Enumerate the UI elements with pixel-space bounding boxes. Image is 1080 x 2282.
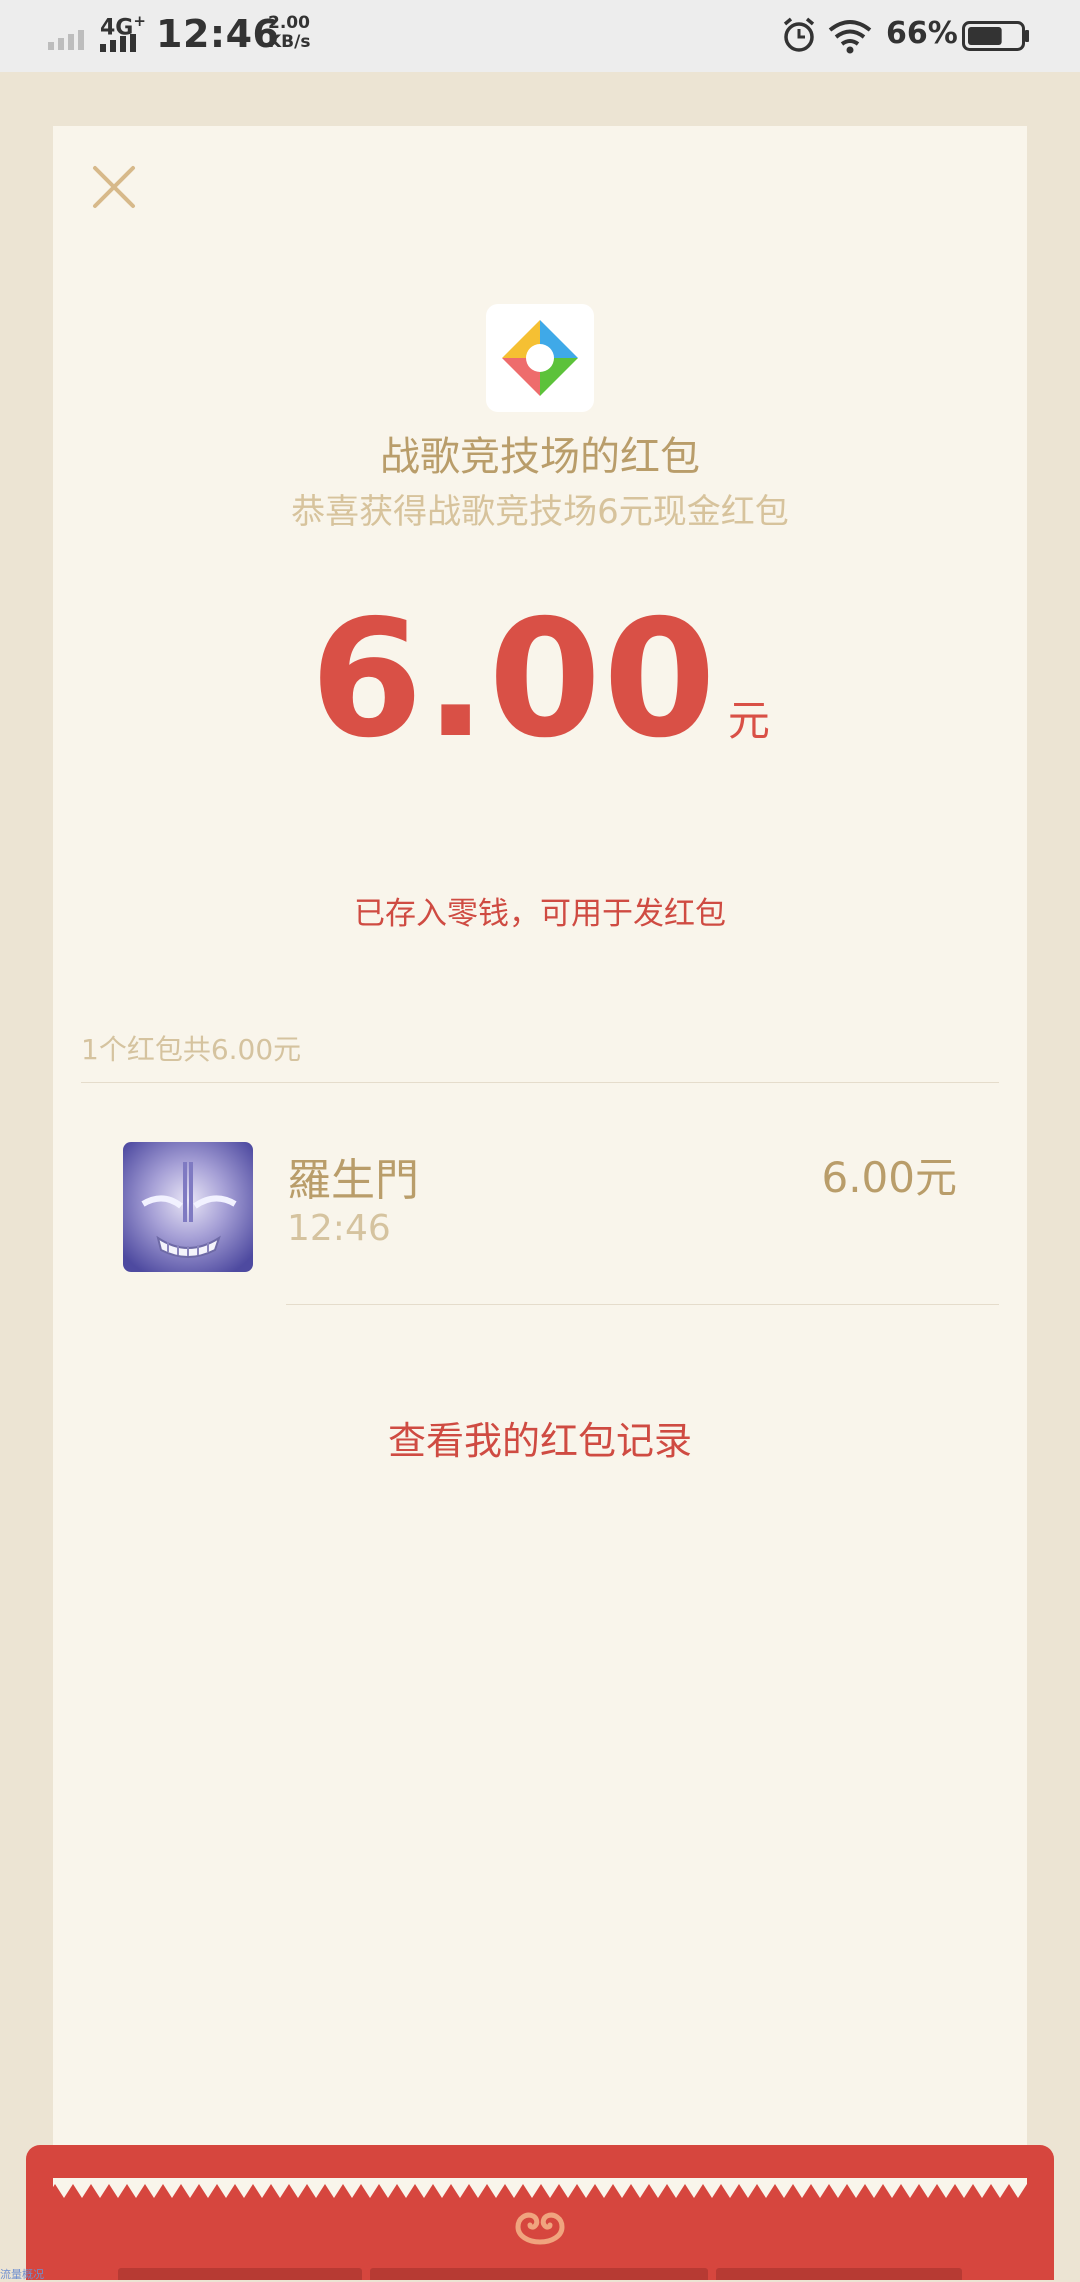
red-packet-detail-card: 战歌竞技场的红包 恭喜获得战歌竞技场6元现金红包 6.00 元 已存入零钱，可用于… xyxy=(53,126,1027,2186)
network-speed: 2.00 KB/s xyxy=(268,13,311,52)
divider xyxy=(81,1082,999,1083)
signal-icon xyxy=(48,30,84,50)
alarm-icon xyxy=(783,17,815,52)
packet-title: 战歌竞技场的红包 xyxy=(380,434,700,480)
avatar xyxy=(123,1142,253,1272)
envelope-tab xyxy=(716,2268,962,2280)
saved-note: 已存入零钱，可用于发红包 xyxy=(354,896,726,932)
amount-value: 6.00 xyxy=(310,586,718,774)
packet-subtitle: 恭喜获得战歌竞技场6元现金红包 xyxy=(291,492,789,532)
amount-unit: 元 xyxy=(727,696,770,745)
envelope-tabs xyxy=(118,2268,982,2280)
close-icon[interactable] xyxy=(91,164,137,210)
received-time: 12:46 xyxy=(287,1208,391,1249)
received-amount: 6.00元 xyxy=(821,1153,957,1202)
app-logo xyxy=(486,304,594,412)
status-bar: 4G+ 12:46 2.00 KB/s 66% xyxy=(0,0,1080,72)
list-item[interactable]: 羅生門 12:46 6.00元 xyxy=(53,1086,1027,1306)
battery-percentage: 66% xyxy=(886,16,958,51)
mobile-signal-icon xyxy=(100,34,136,52)
clock: 12:46 xyxy=(156,12,280,56)
game-arena-logo-icon xyxy=(502,320,578,396)
envelope-emblem-icon xyxy=(515,2212,565,2245)
view-history-link[interactable]: 查看我的红包记录 xyxy=(53,1410,1027,1465)
packet-summary: 1个红包共6.00元 xyxy=(81,1033,302,1066)
envelope-tab xyxy=(370,2268,708,2280)
card-torn-edge xyxy=(53,2178,1027,2198)
battery-icon xyxy=(962,21,1029,51)
divider xyxy=(286,1304,999,1305)
envelope-tab xyxy=(118,2268,362,2280)
wifi-icon xyxy=(828,20,872,54)
sender-name: 羅生門 xyxy=(287,1155,419,1206)
amount-display: 6.00 元 xyxy=(53,586,1027,774)
